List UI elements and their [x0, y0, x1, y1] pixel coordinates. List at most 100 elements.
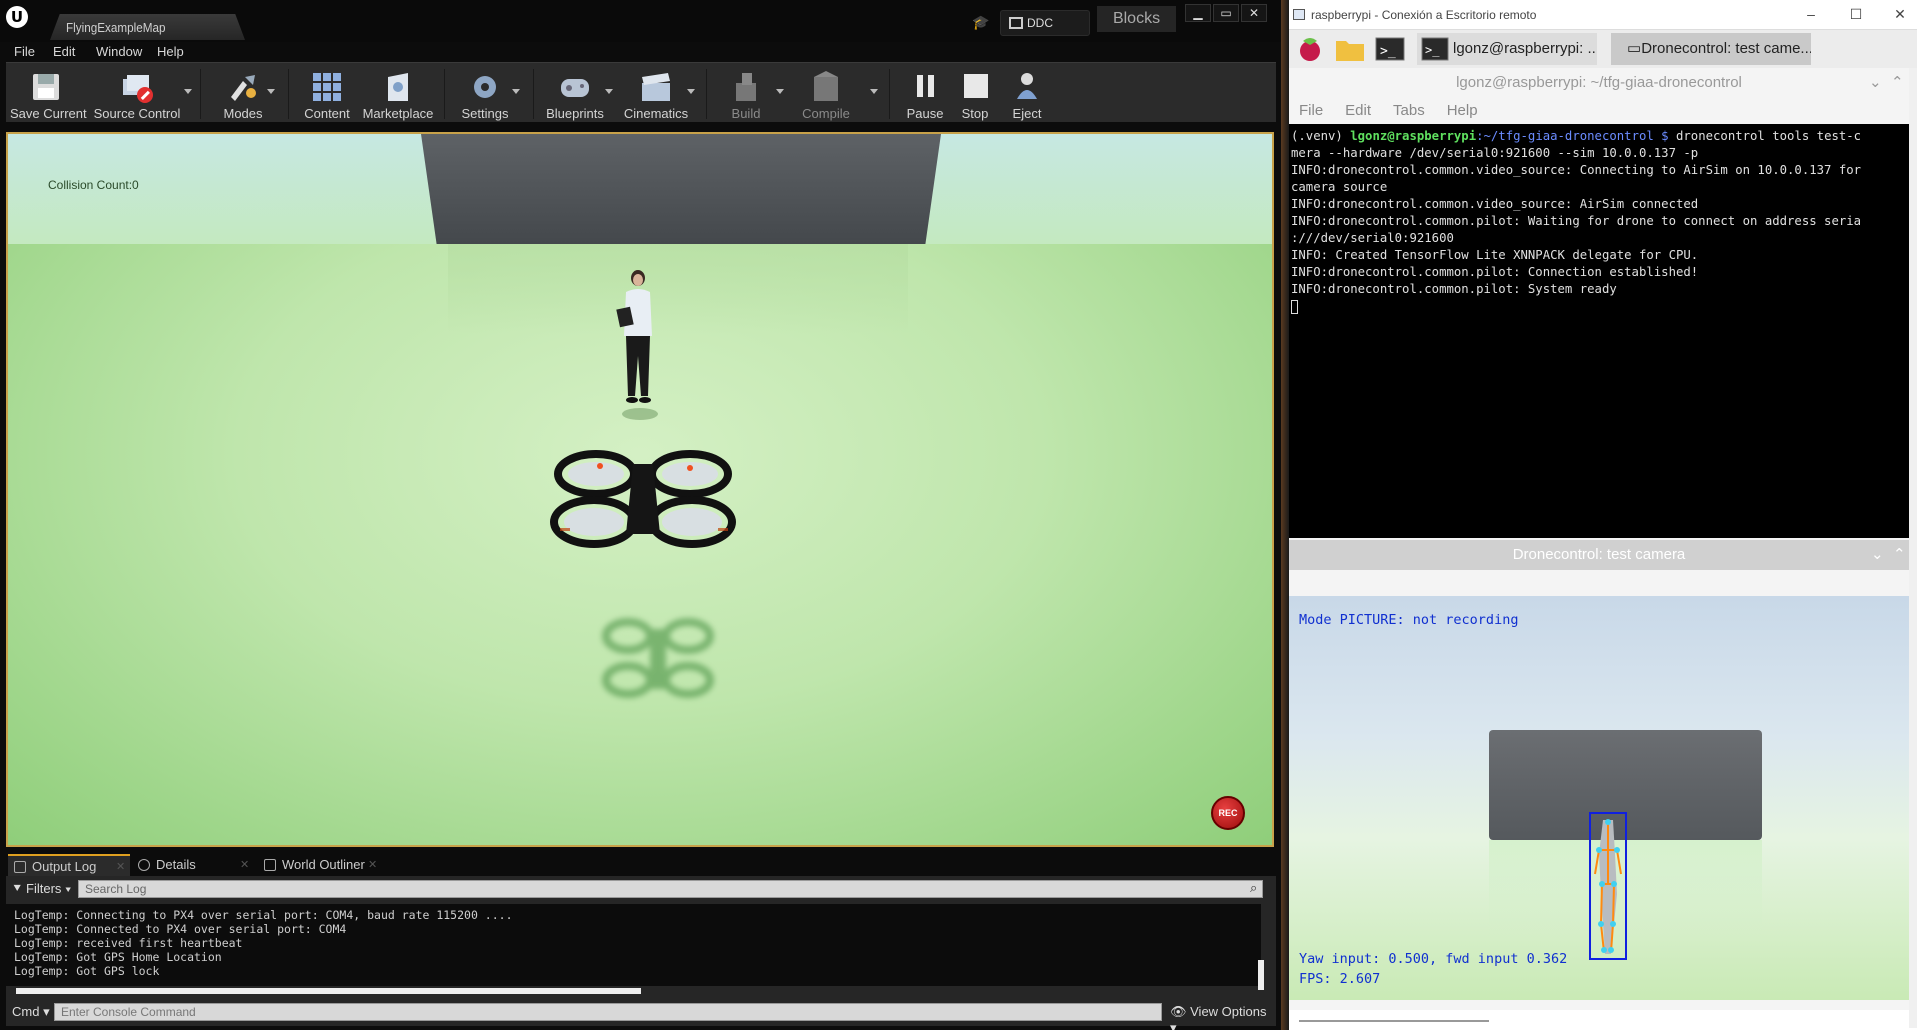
taskbar-camera-task[interactable]: ▭Dronecontrol: test came... — [1611, 33, 1811, 65]
modes-label: Modes — [223, 106, 263, 121]
menu-file[interactable]: File — [14, 44, 35, 59]
menu-bar: File Edit Window Help — [0, 42, 1281, 62]
chevron-down-icon[interactable] — [687, 89, 695, 94]
world-outliner-icon — [264, 859, 276, 871]
drone-shadow — [602, 618, 714, 698]
marketplace-icon — [388, 73, 408, 101]
graduation-cap-icon[interactable]: 🎓 — [972, 14, 989, 30]
blueprints-button[interactable]: Blueprints — [540, 63, 613, 123]
pause-button[interactable]: Pause — [900, 63, 950, 123]
filter-icon: ⯆ — [12, 881, 27, 896]
minimize-button[interactable]: – — [1801, 4, 1821, 24]
compile-label: Compile — [802, 106, 850, 121]
chevron-down-icon[interactable] — [776, 89, 784, 94]
chevron-down-icon[interactable] — [184, 89, 192, 94]
terminal-line: INFO:dronecontrol.common.video_source: A… — [1291, 197, 1699, 211]
horizontal-scrollbar[interactable] — [16, 988, 641, 994]
marketplace-button[interactable]: Marketplace — [358, 63, 438, 123]
cinematics-button[interactable]: Cinematics — [620, 63, 695, 123]
gear-icon — [474, 76, 496, 98]
compile-button[interactable]: Compile — [790, 63, 878, 123]
stop-icon — [964, 74, 988, 98]
menu-tabs[interactable]: Tabs — [1393, 102, 1425, 119]
detection-bounding-box — [1589, 812, 1627, 960]
terminal-icon[interactable]: >_ — [1373, 33, 1407, 65]
camera-title: Dronecontrol: test camera — [1512, 546, 1686, 563]
menu-help[interactable]: Help — [157, 44, 184, 59]
clapperboard-icon — [642, 73, 670, 101]
stop-button[interactable]: Stop — [952, 63, 998, 123]
map-tab[interactable]: FlyingExampleMap — [50, 14, 245, 40]
vertical-scrollbar[interactable] — [1909, 68, 1917, 1028]
view-options-dropdown[interactable]: 👁 View Options ▾ — [1170, 1004, 1276, 1030]
blueprints-icon — [561, 79, 589, 97]
close-tab-icon[interactable]: ✕ — [116, 856, 125, 878]
menu-file[interactable]: File — [1299, 102, 1323, 119]
terminal-output[interactable]: (.venv) lgonz@raspberrypi:~/tfg-giaa-dro… — [1289, 126, 1909, 538]
console-row: Cmd ▾ Enter Console Command 👁 View Optio… — [6, 1000, 1276, 1030]
chevron-up-icon[interactable]: ⌃ — [1891, 68, 1904, 98]
modes-button[interactable]: Modes — [209, 63, 277, 123]
cmd-dropdown[interactable]: Cmd ▾ — [12, 1004, 50, 1020]
record-button[interactable]: REC — [1211, 796, 1245, 830]
settings-button[interactable]: Settings — [452, 63, 520, 123]
folder-icon[interactable] — [1333, 33, 1367, 65]
chevron-down-icon[interactable]: ⌄ — [1871, 540, 1884, 570]
build-label: Build — [731, 106, 761, 121]
filters-label: Filters — [26, 881, 62, 896]
taskbar-terminal-task[interactable]: >_ lgonz@raspberrypi: ... — [1417, 33, 1597, 65]
raspberry-icon[interactable] — [1295, 33, 1325, 65]
level-viewport[interactable]: Collision Count:0 REC — [6, 132, 1274, 847]
chevron-down-icon[interactable] — [512, 89, 520, 94]
chevron-up-icon[interactable]: ⌃ — [1893, 540, 1906, 570]
menu-edit[interactable]: Edit — [1345, 102, 1371, 119]
minimize-button[interactable]: ▁ — [1185, 4, 1211, 22]
save-icon — [33, 74, 59, 100]
tab-details[interactable]: Details ✕ — [132, 854, 254, 876]
close-button[interactable]: ✕ — [1241, 4, 1267, 22]
menu-help[interactable]: Help — [1447, 102, 1478, 119]
terminal-line: INFO: Created TensorFlow Lite XNNPACK de… — [1291, 248, 1699, 262]
map-tab-label: FlyingExampleMap — [66, 20, 166, 35]
tab-details-label: Details — [156, 857, 196, 872]
horizontal-scrollbar[interactable] — [1299, 1020, 1489, 1022]
maximize-button[interactable]: ▭ — [1213, 4, 1239, 22]
save-current-button[interactable]: Save Current — [10, 63, 87, 123]
tab-world-outliner[interactable]: World Outliner ✕ — [258, 854, 380, 876]
vertical-scrollbar[interactable] — [1258, 960, 1264, 990]
ddc-button[interactable]: DDC — [1000, 10, 1090, 36]
desktop-background — [1281, 0, 1289, 1030]
toolbar-divider — [706, 69, 707, 119]
chevron-down-icon[interactable] — [267, 89, 275, 94]
log-line: LogTemp: Connecting to PX4 over serial p… — [14, 908, 513, 922]
close-button[interactable]: ✕ — [1890, 4, 1910, 24]
maximize-button[interactable]: ☐ — [1846, 4, 1866, 24]
view-options-label: View Options — [1190, 1004, 1267, 1019]
filters-dropdown[interactable]: ⯆ Filters ▾ — [12, 881, 71, 897]
eject-button[interactable]: Eject — [1002, 63, 1052, 123]
task-label: Dronecontrol: test came... — [1641, 40, 1811, 57]
console-command-input[interactable]: Enter Console Command — [54, 1003, 1162, 1021]
terminal-line: INFO:dronecontrol.common.pilot: System r… — [1291, 282, 1617, 296]
close-tab-icon[interactable]: ✕ — [368, 854, 377, 876]
chevron-down-icon[interactable] — [605, 89, 613, 94]
source-control-label: Source Control — [93, 106, 181, 121]
content-button[interactable]: Content — [296, 63, 358, 123]
tab-output-log[interactable]: Output Log ✕ — [8, 854, 130, 876]
search-log-input[interactable]: Search Log — [78, 880, 1263, 898]
chevron-down-icon[interactable] — [870, 89, 878, 94]
chevron-down-icon[interactable]: ⌄ — [1869, 68, 1882, 98]
toolbar-divider — [533, 69, 534, 119]
project-name: Blocks — [1097, 6, 1176, 32]
menu-window[interactable]: Window — [96, 44, 142, 59]
tab-world-outliner-label: World Outliner — [282, 857, 365, 872]
menu-edit[interactable]: Edit — [53, 44, 75, 59]
source-control-button[interactable]: Source Control — [92, 63, 192, 123]
prompt-env: (.venv) — [1291, 129, 1351, 143]
search-icon[interactable]: ⌕ — [1250, 880, 1257, 896]
terminal-title: lgonz@raspberrypi: ~/tfg-giaa-dronecontr… — [1289, 68, 1909, 98]
raspberry-pi-taskbar: >_ >_ lgonz@raspberrypi: ... ▭Dronecontr… — [1289, 30, 1917, 68]
terminal-icon: >_ — [1421, 37, 1449, 61]
build-button[interactable]: Build — [712, 63, 784, 123]
close-tab-icon[interactable]: ✕ — [240, 854, 249, 876]
